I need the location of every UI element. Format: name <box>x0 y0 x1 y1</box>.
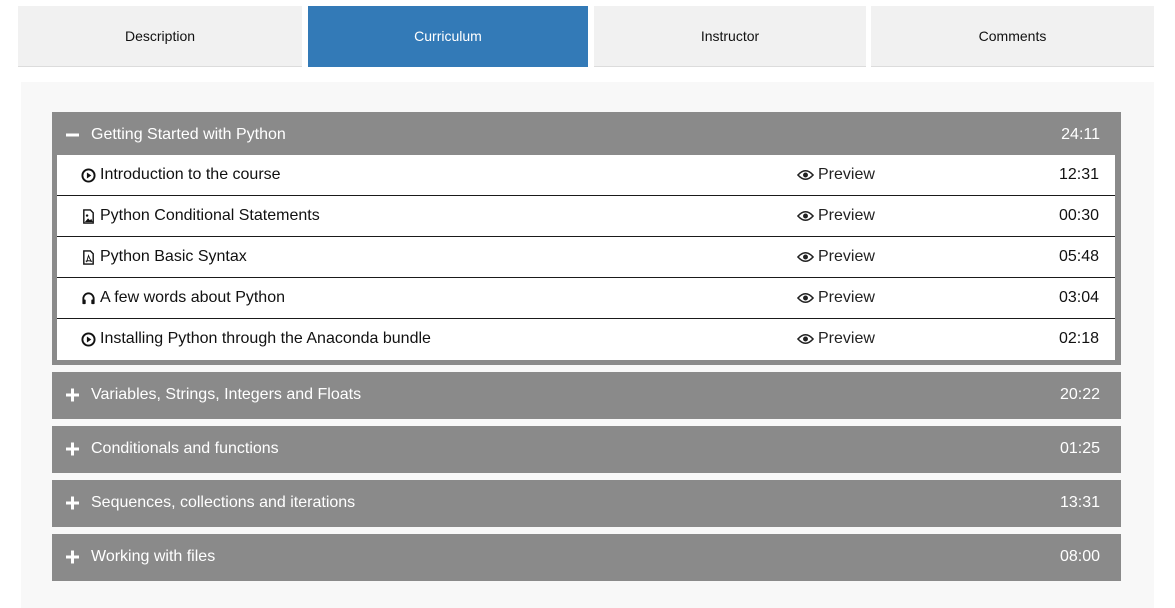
preview-label: Preview <box>818 330 875 347</box>
section-duration: 01:25 <box>1059 440 1100 457</box>
curriculum-section: Sequences, collections and iterations 13… <box>52 480 1121 527</box>
headphones-icon <box>82 292 95 305</box>
preview-link[interactable]: Preview <box>797 166 875 184</box>
eye-icon <box>797 293 814 303</box>
eye-icon <box>797 211 814 221</box>
lesson-title: A few words about Python <box>100 289 285 306</box>
lesson-duration: 05:48 <box>1058 248 1099 265</box>
section-title: Working with files <box>91 548 216 565</box>
lesson-duration: 03:04 <box>1058 289 1099 306</box>
preview-label: Preview <box>818 248 875 265</box>
lesson-row[interactable]: Python Conditional Statements Preview 00… <box>57 196 1115 237</box>
lesson-list: Introduction to the course Preview 12:31… <box>57 155 1115 360</box>
section-duration: 24:11 <box>1061 126 1100 143</box>
section-header[interactable]: Variables, Strings, Integers and Floats … <box>52 372 1121 418</box>
eye-icon <box>797 252 814 262</box>
lesson-row[interactable]: Introduction to the course Preview 12:31 <box>57 155 1115 196</box>
preview-link[interactable]: Preview <box>797 248 875 266</box>
course-tabs: Description Curriculum Instructor Commen… <box>18 6 1154 67</box>
lesson-duration: 12:31 <box>1058 166 1099 183</box>
section-title: Variables, Strings, Integers and Floats <box>91 386 362 403</box>
lesson-row[interactable]: A few words about Python Preview 03:04 <box>57 278 1115 319</box>
plus-icon <box>66 442 79 456</box>
section-header[interactable]: Conditionals and functions 01:25 <box>52 426 1121 472</box>
preview-label: Preview <box>818 166 875 183</box>
preview-link[interactable]: Preview <box>797 330 875 348</box>
section-duration: 20:22 <box>1059 386 1100 403</box>
section-title: Getting Started with Python <box>91 126 286 143</box>
section-header[interactable]: Working with files 08:00 <box>52 534 1121 580</box>
tab-instructor[interactable]: Instructor <box>594 6 866 67</box>
image-file-icon <box>83 209 94 224</box>
lesson-title: Python Conditional Statements <box>100 207 320 224</box>
lesson-duration: 00:30 <box>1058 207 1099 224</box>
preview-label: Preview <box>818 207 875 224</box>
preview-label: Preview <box>818 289 875 306</box>
lesson-row[interactable]: Python Basic Syntax Preview 05:48 <box>57 237 1115 278</box>
play-circle-icon <box>81 332 96 347</box>
tab-curriculum[interactable]: Curriculum <box>308 6 588 67</box>
plus-icon <box>66 388 79 402</box>
tab-comments[interactable]: Comments <box>871 6 1154 67</box>
lesson-duration: 02:18 <box>1058 330 1099 347</box>
curriculum-section: Conditionals and functions 01:25 <box>52 426 1121 473</box>
plus-icon <box>66 496 79 510</box>
pdf-file-icon <box>83 250 94 265</box>
tab-description[interactable]: Description <box>18 6 302 67</box>
lesson-title: Python Basic Syntax <box>100 248 247 265</box>
lesson-title: Introduction to the course <box>100 166 281 183</box>
section-title: Sequences, collections and iterations <box>91 494 356 511</box>
preview-link[interactable]: Preview <box>797 207 875 225</box>
eye-icon <box>797 334 814 344</box>
section-header[interactable]: Getting Started with Python 24:11 <box>52 112 1121 158</box>
eye-icon <box>797 170 814 180</box>
curriculum-section: Working with files 08:00 <box>52 534 1121 581</box>
curriculum-section: Getting Started with Python 24:11 Introd… <box>52 112 1121 365</box>
lesson-title: Installing Python through the Anaconda b… <box>100 330 431 347</box>
section-title: Conditionals and functions <box>91 440 279 457</box>
lesson-row[interactable]: Installing Python through the Anaconda b… <box>57 319 1115 360</box>
play-circle-icon <box>81 168 96 183</box>
section-header[interactable]: Sequences, collections and iterations 13… <box>52 480 1121 526</box>
plus-icon <box>66 550 79 564</box>
minus-icon <box>66 133 79 137</box>
curriculum-section: Variables, Strings, Integers and Floats … <box>52 372 1121 419</box>
section-duration: 08:00 <box>1059 548 1100 565</box>
section-duration: 13:31 <box>1059 494 1100 511</box>
preview-link[interactable]: Preview <box>797 289 875 307</box>
